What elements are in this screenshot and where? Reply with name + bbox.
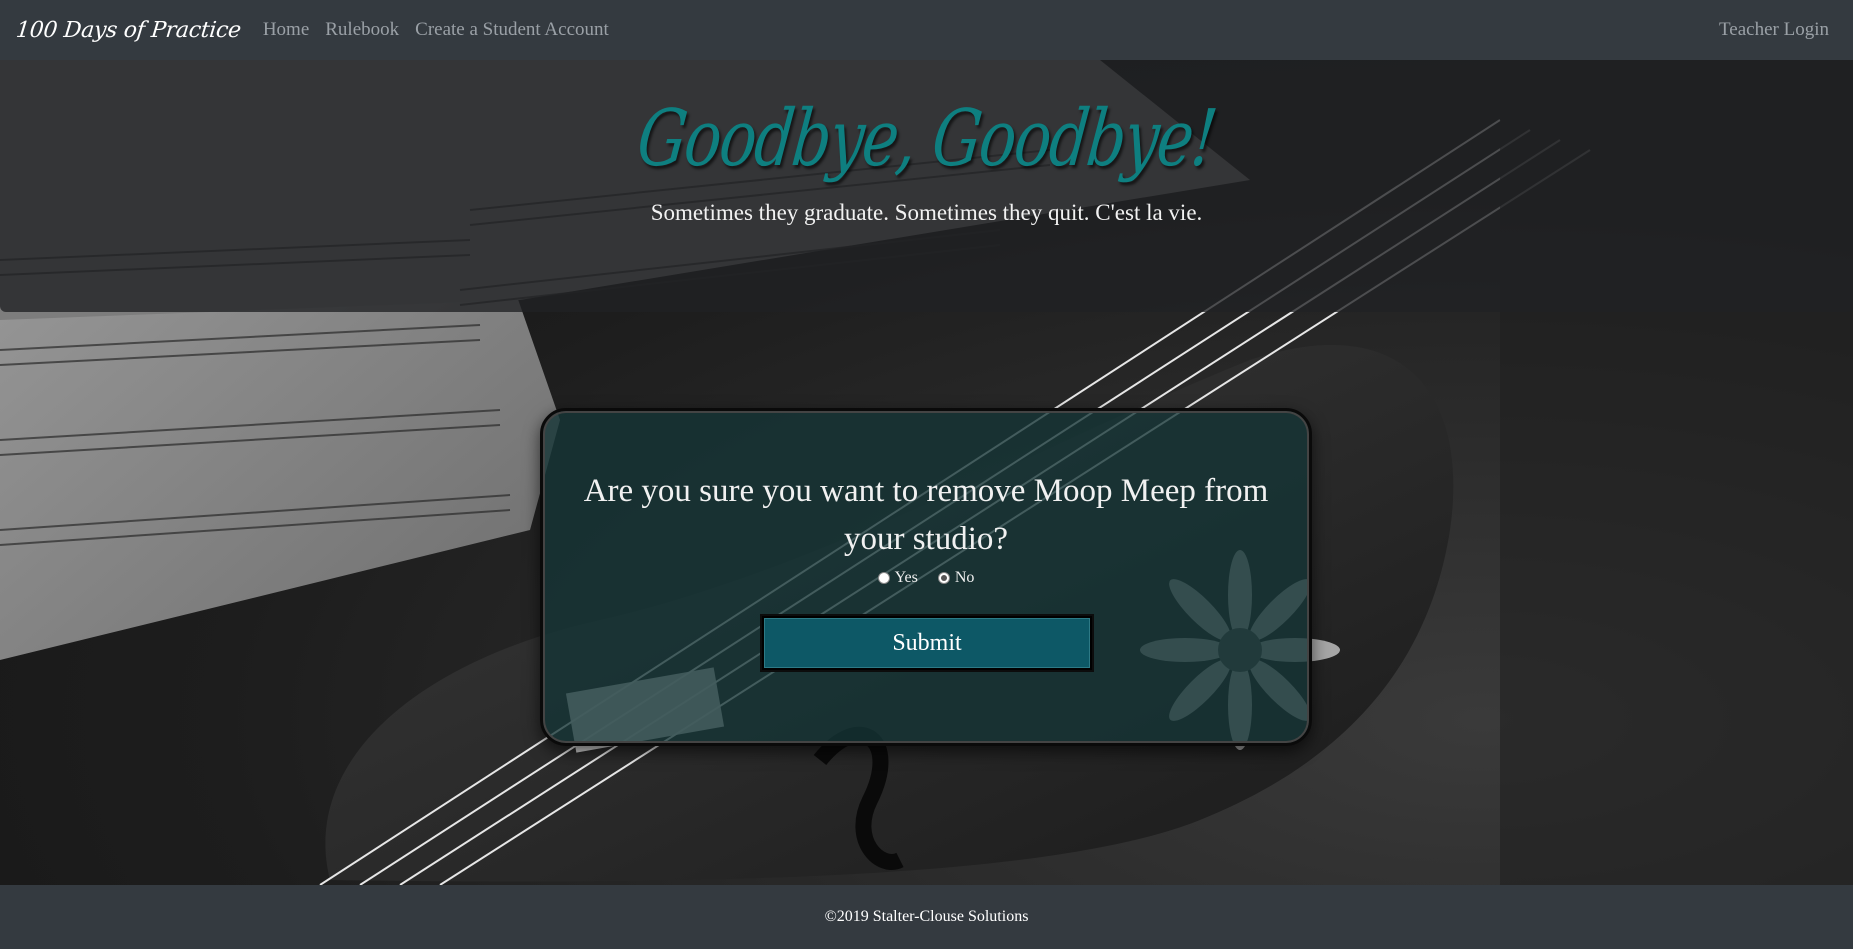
radio-yes[interactable] (877, 572, 890, 584)
submit-button[interactable]: Submit (764, 618, 1090, 668)
navbar: 100 Days of Practice Home Rulebook Creat… (0, 0, 1853, 60)
submit-button-frame: Submit (760, 614, 1094, 672)
jumbotron: Goodbye, Goodbye! Sometimes they graduat… (0, 60, 1853, 312)
radio-no-label: No (954, 569, 975, 586)
confirmation-question: Are you sure you want to remove Moop Mee… (583, 473, 1269, 557)
footer-copyright: ©2019 Stalter-Clouse Solutions (824, 908, 1029, 925)
confirmation-radio-group: Yes No (543, 569, 1309, 587)
nav-link-rulebook[interactable]: Rulebook (325, 19, 399, 41)
footer: ©2019 Stalter-Clouse Solutions (0, 885, 1853, 949)
nav-link-teacher-login[interactable]: Teacher Login (1719, 19, 1829, 41)
radio-option-no[interactable]: No (937, 569, 975, 587)
nav-link-home[interactable]: Home (263, 19, 309, 41)
brand-link[interactable]: 100 Days of Practice (15, 18, 242, 43)
page-subtitle: Sometimes they graduate. Sometimes they … (650, 200, 1203, 225)
remove-student-card: Are you sure you want to remove Moop Mee… (540, 408, 1312, 746)
nav-link-create-student-account[interactable]: Create a Student Account (415, 19, 609, 41)
radio-yes-label: Yes (894, 569, 918, 586)
page-title: Goodbye, Goodbye! (633, 94, 1220, 184)
radio-no[interactable] (937, 572, 950, 584)
radio-option-yes[interactable]: Yes (877, 569, 918, 587)
